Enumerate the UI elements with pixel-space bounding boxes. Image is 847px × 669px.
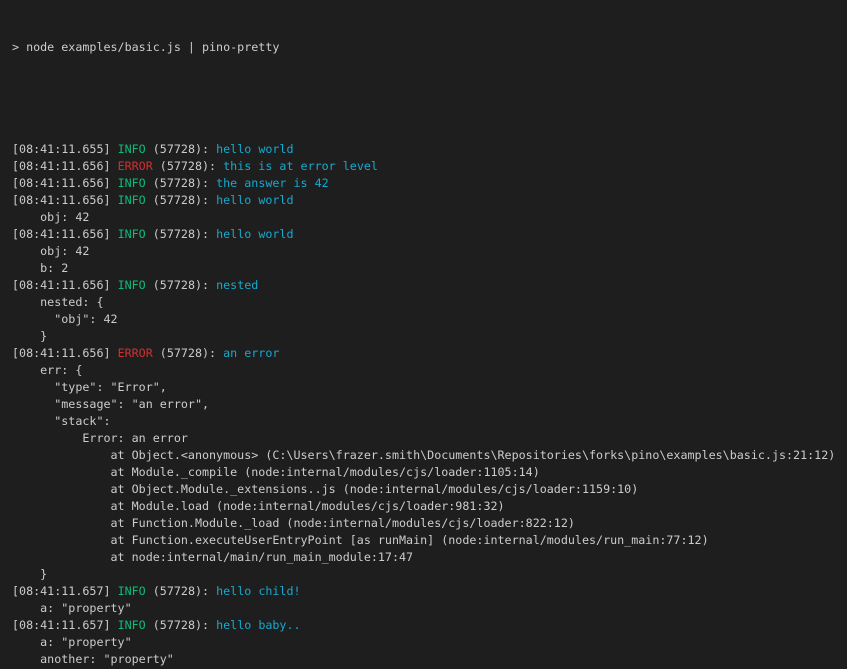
log-detail-line: obj: 42	[12, 243, 847, 260]
log-level: INFO	[118, 278, 146, 292]
pid: (57728):	[146, 278, 216, 292]
command-line: > node examples/basic.js | pino-pretty	[12, 39, 847, 56]
log-line: [08:41:11.656] ERROR (57728): this is at…	[12, 158, 847, 175]
timestamp: [08:41:11.655]	[12, 142, 118, 156]
log-detail-line: at Module._compile (node:internal/module…	[12, 464, 847, 481]
log-message: hello child!	[216, 584, 300, 598]
log-line: [08:41:11.656] INFO (57728): hello world	[12, 226, 847, 243]
log-level: ERROR	[118, 159, 153, 173]
log-level: INFO	[118, 618, 146, 632]
terminal-output: > node examples/basic.js | pino-pretty […	[0, 0, 847, 669]
log-detail-line: a: "property"	[12, 600, 847, 617]
log-detail-line: "stack":	[12, 413, 847, 430]
log-message: hello world	[216, 193, 293, 207]
log-detail-line: }	[12, 566, 847, 583]
log-message: this is at error level	[223, 159, 378, 173]
log-detail-line: a: "property"	[12, 634, 847, 651]
log-message: an error	[223, 346, 279, 360]
pid: (57728):	[146, 618, 216, 632]
log-line: [08:41:11.657] INFO (57728): hello child…	[12, 583, 847, 600]
log-message: nested	[216, 278, 258, 292]
log-detail-line: b: 2	[12, 260, 847, 277]
log-detail-line: at Object.Module._extensions..js (node:i…	[12, 481, 847, 498]
log-detail-line: "message": "an error",	[12, 396, 847, 413]
log-message: the answer is 42	[216, 176, 329, 190]
log-level: INFO	[118, 193, 146, 207]
log-lines: [08:41:11.655] INFO (57728): hello world…	[12, 141, 847, 669]
blank-line	[12, 90, 847, 107]
log-message: hello world	[216, 142, 293, 156]
log-detail-line: obj: 42	[12, 209, 847, 226]
timestamp: [08:41:11.656]	[12, 176, 118, 190]
log-detail-line: at Object.<anonymous> (C:\Users\frazer.s…	[12, 447, 847, 464]
log-detail-line: at Function.executeUserEntryPoint [as ru…	[12, 532, 847, 549]
log-message: hello world	[216, 227, 293, 241]
log-level: INFO	[118, 142, 146, 156]
pid: (57728):	[146, 227, 216, 241]
pid: (57728):	[146, 142, 216, 156]
log-detail-line: "type": "Error",	[12, 379, 847, 396]
timestamp: [08:41:11.656]	[12, 159, 118, 173]
pid: (57728):	[146, 193, 216, 207]
log-detail-line: at Function.Module._load (node:internal/…	[12, 515, 847, 532]
timestamp: [08:41:11.657]	[12, 584, 118, 598]
log-level: INFO	[118, 227, 146, 241]
timestamp: [08:41:11.656]	[12, 193, 118, 207]
log-detail-line: at node:internal/main/run_main_module:17…	[12, 549, 847, 566]
log-detail-line: }	[12, 328, 847, 345]
log-line: [08:41:11.656] ERROR (57728): an error	[12, 345, 847, 362]
log-line: [08:41:11.655] INFO (57728): hello world	[12, 141, 847, 158]
pid: (57728):	[153, 159, 223, 173]
log-detail-line: at Module.load (node:internal/modules/cj…	[12, 498, 847, 515]
log-line: [08:41:11.656] INFO (57728): hello world	[12, 192, 847, 209]
pid: (57728):	[146, 176, 216, 190]
log-line: [08:41:11.656] INFO (57728): the answer …	[12, 175, 847, 192]
log-line: [08:41:11.657] INFO (57728): hello baby.…	[12, 617, 847, 634]
log-detail-line: Error: an error	[12, 430, 847, 447]
log-detail-line: another: "property"	[12, 651, 847, 668]
log-line: [08:41:11.656] INFO (57728): nested	[12, 277, 847, 294]
log-detail-line: "obj": 42	[12, 311, 847, 328]
log-message: hello baby..	[216, 618, 300, 632]
timestamp: [08:41:11.656]	[12, 227, 118, 241]
timestamp: [08:41:11.656]	[12, 278, 118, 292]
pid: (57728):	[153, 346, 223, 360]
pid: (57728):	[146, 584, 216, 598]
log-detail-line: nested: {	[12, 294, 847, 311]
log-level: INFO	[118, 584, 146, 598]
log-level: ERROR	[118, 346, 153, 360]
timestamp: [08:41:11.657]	[12, 618, 118, 632]
log-level: INFO	[118, 176, 146, 190]
timestamp: [08:41:11.656]	[12, 346, 118, 360]
log-detail-line: err: {	[12, 362, 847, 379]
